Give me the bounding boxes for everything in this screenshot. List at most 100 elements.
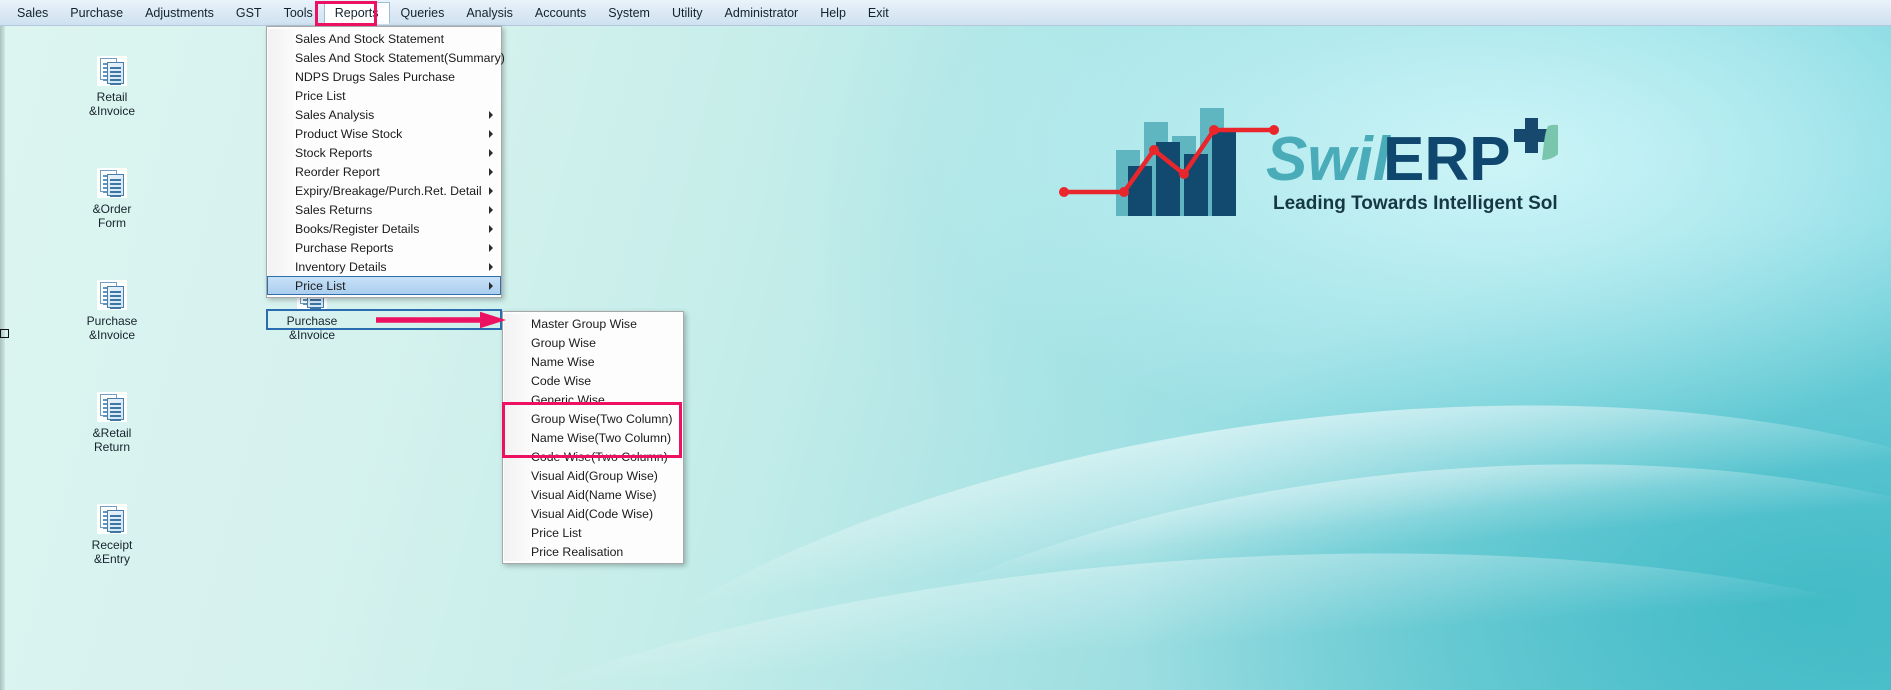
document-copy-icon	[97, 392, 127, 422]
desktop-icon-label-line2: &Invoice	[88, 328, 136, 342]
menu-item-label: Sales And Stock Statement	[295, 31, 445, 46]
price-list-submenu-item-1[interactable]: Group Wise	[503, 333, 683, 352]
reports-menu-item-9[interactable]: Sales Returns	[267, 200, 501, 219]
desktop-icon-label-line1: Retail	[96, 90, 128, 104]
desktop-icon[interactable]: Receipt &Entry	[64, 504, 160, 566]
menu-item-label: Books/Register Details	[295, 221, 420, 236]
menu-item-label: Price List	[295, 278, 346, 293]
desktop-icon[interactable]: &Retail Return	[64, 392, 160, 454]
desktop-icon[interactable]: &Order Form	[64, 168, 160, 230]
menu-item-label: Price List	[295, 88, 346, 103]
price-list-submenu-item-0[interactable]: Master Group Wise	[503, 314, 683, 333]
menubar-item-exit[interactable]: Exit	[857, 2, 900, 24]
price-list-submenu-item-6[interactable]: Name Wise(Two Column)	[503, 428, 683, 447]
price-list-submenu-item-11[interactable]: Price List	[503, 523, 683, 542]
menubar-item-analysis[interactable]: Analysis	[455, 2, 524, 24]
price-list-submenu-item-7[interactable]: Code Wise(Two Column)	[503, 447, 683, 466]
reports-menu-item-8[interactable]: Expiry/Breakage/Purch.Ret. Detail	[267, 181, 501, 200]
desktop-icon-label-line1: &Retail	[92, 426, 132, 440]
reports-menu-item-4[interactable]: Sales Analysis	[267, 105, 501, 124]
logo-tagline: Leading Towards Intelligent Solutions.	[1273, 193, 1558, 214]
menu-item-label: Group Wise(Two Column)	[531, 411, 673, 426]
menu-item-label: Product Wise Stock	[295, 126, 403, 141]
price-list-submenu-item-8[interactable]: Visual Aid(Group Wise)	[503, 466, 683, 485]
desktop-icon-label-line2: &Entry	[93, 552, 130, 566]
wallpaper-glow	[900, 0, 1891, 470]
chevron-right-icon	[489, 186, 493, 195]
chevron-right-icon	[489, 281, 493, 290]
menubar-item-administrator[interactable]: Administrator	[714, 2, 810, 24]
reports-menu-item-13[interactable]: Price List	[267, 276, 501, 295]
menubar-item-adjustments[interactable]: Adjustments	[134, 2, 225, 24]
menu-item-label: Master Group Wise	[531, 316, 637, 331]
reports-menu-item-5[interactable]: Product Wise Stock	[267, 124, 501, 143]
chevron-right-icon	[489, 262, 493, 271]
price-list-submenu-item-5[interactable]: Group Wise(Two Column)	[503, 409, 683, 428]
menu-item-label: Price List	[531, 525, 582, 540]
menubar-item-purchase[interactable]: Purchase	[59, 2, 134, 24]
menu-item-label: Name Wise(Two Column)	[531, 430, 672, 445]
chevron-right-icon	[489, 167, 493, 176]
document-copy-icon	[97, 280, 127, 310]
menu-item-label: Sales And Stock Statement(Summary)	[295, 50, 505, 65]
menubar-item-sales[interactable]: Sales	[6, 2, 59, 24]
reports-menu-item-12[interactable]: Inventory Details	[267, 257, 501, 276]
desktop-icon-label-line1: Receipt	[91, 538, 133, 552]
window-left-edge	[0, 26, 5, 690]
chevron-right-icon	[489, 110, 493, 119]
menu-item-label: Visual Aid(Name Wise)	[531, 487, 657, 502]
chevron-right-icon	[489, 224, 493, 233]
menu-item-label: Purchase Reports	[295, 240, 394, 255]
price-list-submenu-item-9[interactable]: Visual Aid(Name Wise)	[503, 485, 683, 504]
desktop-icon[interactable]: Purchase &Invoice	[64, 280, 160, 342]
reports-menu-item-10[interactable]: Books/Register Details	[267, 219, 501, 238]
logo-bars	[1116, 108, 1236, 216]
chevron-right-icon	[489, 205, 493, 214]
wallpaper-wave-3	[231, 494, 1891, 690]
menu-item-label: Code Wise	[531, 373, 592, 388]
desktop-icon-label-line2: &Invoice	[288, 328, 336, 342]
menubar-item-gst[interactable]: GST	[225, 2, 273, 24]
menubar-item-queries[interactable]: Queries	[390, 2, 456, 24]
reports-menu-item-11[interactable]: Purchase Reports	[267, 238, 501, 257]
menu-item-label: Generic Wise	[531, 392, 605, 407]
menubar-item-system[interactable]: System	[597, 2, 661, 24]
reports-menu-item-3[interactable]: Price List	[267, 86, 501, 105]
reports-menu-item-2[interactable]: NDPS Drugs Sales Purchase	[267, 67, 501, 86]
price-list-submenu-item-3[interactable]: Code Wise	[503, 371, 683, 390]
logo-brand-swil: Swil	[1266, 125, 1392, 194]
menu-item-label: Stock Reports	[295, 145, 373, 160]
menubar-item-help[interactable]: Help	[809, 2, 857, 24]
menu-item-label: Group Wise	[531, 335, 596, 350]
document-copy-icon	[97, 56, 127, 86]
menubar-item-reports[interactable]: Reports	[323, 1, 390, 24]
price-list-submenu-item-12[interactable]: Price Realisation	[503, 542, 683, 561]
reports-menu-item-1[interactable]: Sales And Stock Statement(Summary)	[267, 48, 505, 67]
price-list-submenu-item-10[interactable]: Visual Aid(Code Wise)	[503, 504, 683, 523]
menu-item-label: Visual Aid(Group Wise)	[531, 468, 658, 483]
desktop-root: Swil ERP Leading Towards Intelligent Sol…	[0, 0, 1891, 690]
desktop-icon-label-line1: &Order	[92, 202, 132, 216]
chevron-right-icon	[489, 243, 493, 252]
reports-menu-item-6[interactable]: Stock Reports	[267, 143, 501, 162]
reports-menu-item-0[interactable]: Sales And Stock Statement	[267, 29, 501, 48]
main-menu-bar[interactable]: Sales Purchase Adjustments GST Tools Reports Q…	[0, 0, 1891, 26]
menubar-item-tools[interactable]: Tools	[273, 2, 324, 24]
menu-item-label: Sales Returns	[295, 202, 373, 217]
menu-item-label: Reorder Report	[295, 164, 380, 179]
desktop-icon-label-line1: Purchase	[86, 314, 138, 328]
menubar-item-accounts[interactable]: Accounts	[524, 2, 597, 24]
logo-brand-erp: ERP	[1383, 125, 1510, 194]
menubar-item-utility[interactable]: Utility	[661, 2, 714, 24]
price-list-submenu-item-4[interactable]: Generic Wise	[503, 390, 683, 409]
price-list-submenu[interactable]: Master Group Wise Group Wise Name Wise Code…	[502, 311, 684, 564]
reports-dropdown-menu[interactable]: Sales And Stock Statement Sales And Stock…	[266, 26, 505, 298]
desktop-icon-label-line1: Purchase	[286, 314, 338, 328]
reports-menu-item-7[interactable]: Reorder Report	[267, 162, 501, 181]
price-list-submenu-item-2[interactable]: Name Wise	[503, 352, 683, 371]
menu-item-label: Price Realisation	[531, 544, 624, 559]
desktop-icon[interactable]: Retail &Invoice	[64, 56, 160, 118]
chevron-right-icon	[489, 129, 493, 138]
swilerp-logo: Swil ERP Leading Towards Intelligent Sol…	[1058, 92, 1620, 222]
desktop-icon-label-line2: Form	[98, 216, 126, 230]
